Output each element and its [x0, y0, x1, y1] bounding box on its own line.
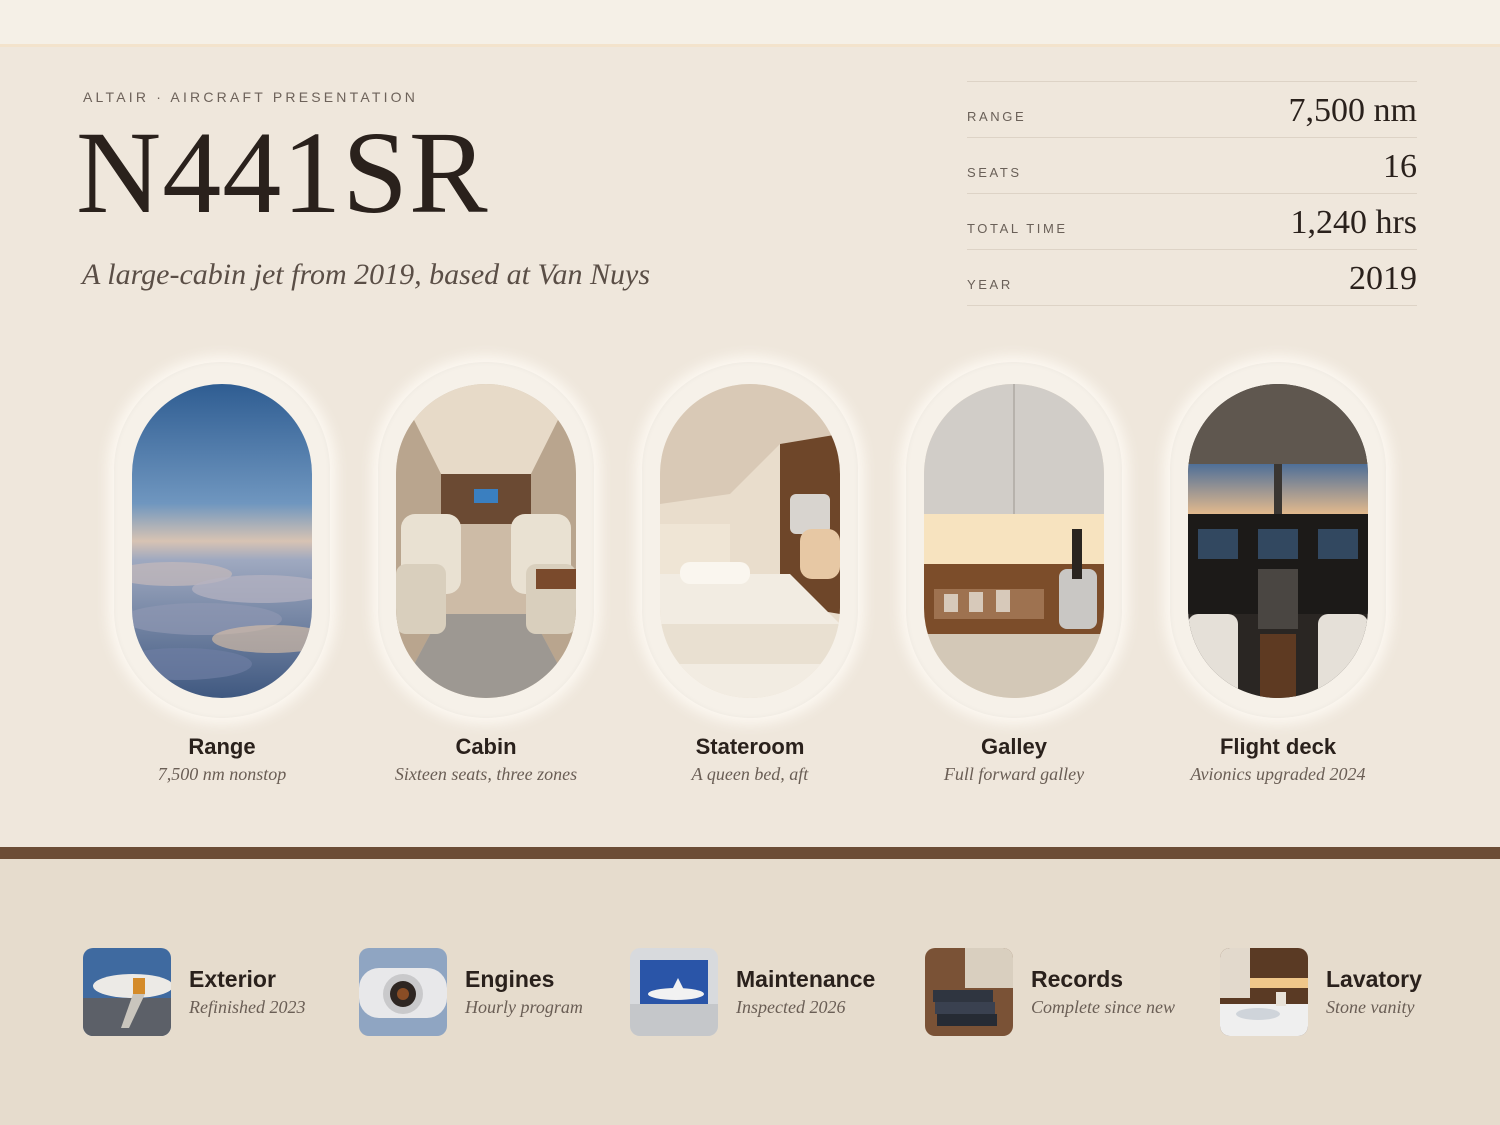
section-divider: [0, 847, 1500, 859]
window-title: Flight deck: [1219, 734, 1337, 759]
cockpit-image: [1188, 384, 1368, 698]
window-caption: A queen bed, aft: [691, 764, 809, 784]
feature-title: Maintenance: [736, 966, 876, 992]
feature-item-exterior[interactable]: Exterior Refinished 2023: [83, 948, 305, 1036]
exterior-thumbnail: [83, 948, 171, 1036]
page-subtitle: A large-cabin jet from 2019, based at Va…: [82, 258, 651, 291]
window-title: Range: [188, 734, 256, 759]
feature-strip: Exterior Refinished 2023 Engines Hourly …: [0, 859, 1500, 1125]
spec-table: RANGE 7,500 nm SEATS 16 TOTAL TIME 1,240…: [967, 81, 1417, 306]
feature-title: Exterior: [189, 966, 276, 992]
lavatory-thumbnail: [1220, 948, 1308, 1036]
hangar-thumbnail: [630, 948, 718, 1036]
spec-label: YEAR: [967, 277, 1013, 292]
feature-caption: Hourly program: [465, 997, 583, 1017]
feature-item-maintenance[interactable]: Maintenance Inspected 2026: [630, 948, 875, 1036]
window-caption: 7,500 nm nonstop: [157, 764, 287, 784]
feature-title: Records: [1031, 966, 1124, 992]
feature-caption: Inspected 2026: [736, 997, 846, 1017]
spec-row-seats: SEATS 16: [967, 138, 1417, 194]
feature-title: Lavatory: [1326, 966, 1422, 992]
spec-row-year: YEAR 2019: [967, 250, 1417, 306]
logbooks-thumbnail: [925, 948, 1013, 1036]
feature-item-lavatory[interactable]: Lavatory Stone vanity: [1220, 948, 1422, 1036]
galley-image: [924, 384, 1104, 698]
window-title: Cabin: [455, 734, 517, 759]
spec-label: RANGE: [967, 109, 1027, 124]
feature-caption: Stone vanity: [1326, 997, 1415, 1017]
stateroom-image: [660, 384, 840, 698]
spec-label: SEATS: [967, 165, 1022, 180]
top-bar: [0, 0, 1500, 47]
window-title: Stateroom: [695, 734, 805, 759]
feature-item-engines[interactable]: Engines Hourly program: [359, 948, 583, 1036]
feature-caption: Refinished 2023: [189, 997, 306, 1017]
window-caption: Sixteen seats, three zones: [394, 764, 578, 784]
window-gallery: Range 7,500 nm nonstop Cabin Sixteen sea…: [0, 362, 1500, 802]
spec-value: 16: [1383, 147, 1417, 185]
spec-row-total-time: TOTAL TIME 1,240 hrs: [967, 194, 1417, 250]
feature-title: Engines: [465, 966, 555, 992]
sky-image: [132, 384, 312, 698]
spec-value: 2019: [1349, 259, 1417, 297]
spec-label: TOTAL TIME: [967, 221, 1068, 236]
cabin-image: [396, 384, 576, 698]
engine-thumbnail: [359, 948, 447, 1036]
feature-caption: Complete since new: [1031, 997, 1175, 1017]
window-title: Galley: [980, 734, 1048, 759]
feature-item-records[interactable]: Records Complete since new: [925, 948, 1175, 1036]
eyebrow-label: ALTAIR · AIRCRAFT PRESENTATION: [83, 89, 419, 105]
window-caption: Avionics upgraded 2024: [1190, 764, 1366, 784]
spec-row-range: RANGE 7,500 nm: [967, 82, 1417, 138]
spec-value: 1,240 hrs: [1290, 203, 1417, 241]
window-caption: Full forward galley: [943, 764, 1085, 784]
spec-value: 7,500 nm: [1288, 91, 1417, 129]
page-title: N441SR: [76, 107, 489, 238]
